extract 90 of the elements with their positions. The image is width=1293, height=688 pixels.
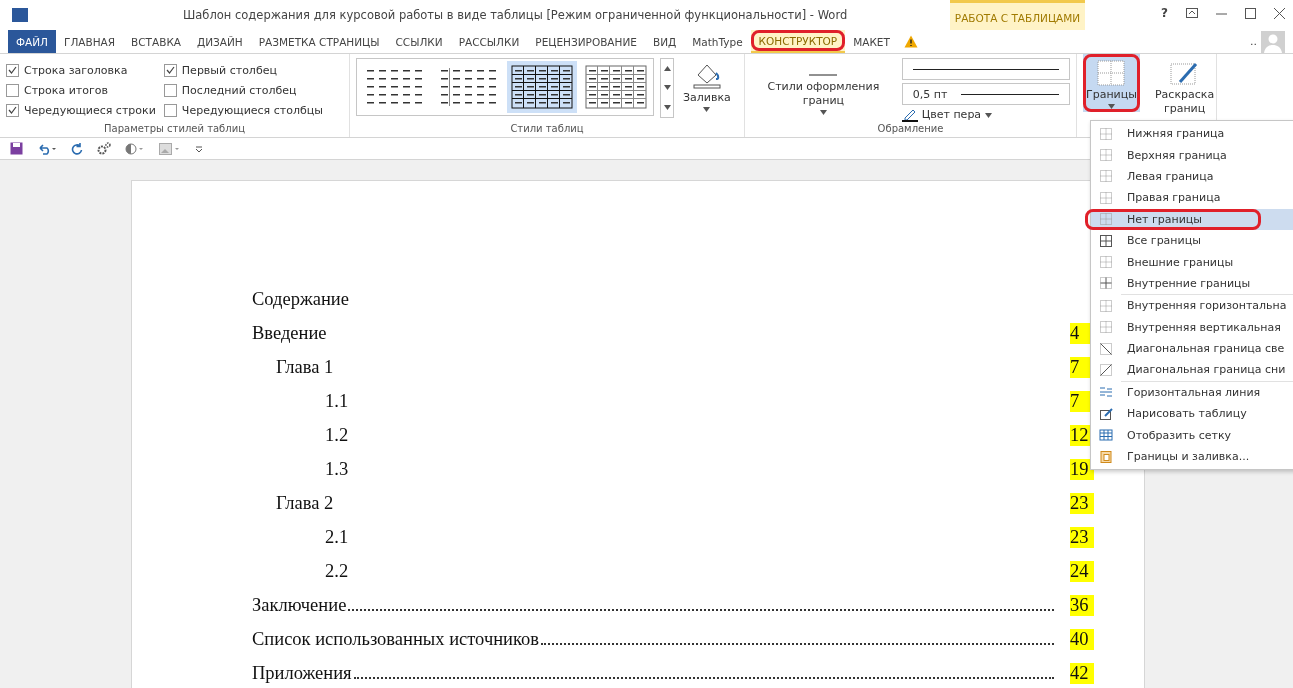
window-title: Шаблон содержания для курсовой работы в виде таблицы [Режим ограниченной функциональности] - Word	[183, 8, 848, 22]
undo-icon[interactable]	[37, 142, 57, 155]
caret-icon	[663, 104, 671, 110]
menu-item[interactable]: Правая граница	[1091, 187, 1293, 209]
page-number: 23	[1070, 492, 1094, 514]
checkbox-label: Последний столбец	[181, 83, 297, 97]
menu-item[interactable]: Горизонтальная линия	[1091, 381, 1293, 404]
checkbox[interactable]	[6, 63, 19, 77]
page-number: 24	[1070, 560, 1094, 582]
save-icon[interactable]	[10, 142, 23, 155]
menu-item[interactable]: Диагональная граница сни	[1091, 359, 1293, 381]
menu-item[interactable]: Внутренняя вертикальная	[1091, 316, 1293, 338]
contents-entry: 1.1	[324, 390, 349, 412]
contents-entry: 2.1	[324, 526, 349, 548]
page-number: 36	[1070, 594, 1094, 616]
contents-entry: Введение	[252, 322, 327, 344]
contents-entry: Список использованных источников	[252, 628, 540, 650]
table-style-icon	[585, 65, 647, 109]
page-number: 19	[1070, 458, 1094, 480]
table-style-thumbnail[interactable]	[507, 61, 577, 113]
checkmark-icon	[8, 106, 17, 114]
caret-icon	[819, 109, 827, 115]
warning-icon[interactable]	[903, 35, 918, 48]
page-number: 42	[1070, 662, 1094, 684]
menu-item[interactable]: Все границы	[1091, 229, 1293, 252]
line-style-select[interactable]	[901, 58, 1070, 80]
maximize-icon[interactable]	[1245, 7, 1256, 19]
checkbox-label: Чередующиеся столбцы	[181, 103, 323, 117]
group-label: Параметры стилей таблиц	[104, 123, 245, 136]
contents-entry: Приложения	[252, 662, 352, 684]
caret-icon	[663, 85, 671, 91]
caret-icon	[703, 106, 711, 112]
checkmark-icon	[8, 66, 17, 74]
borders-icon	[1097, 60, 1126, 86]
contents-entry: Глава 2	[275, 492, 334, 514]
caret-icon	[985, 112, 993, 118]
checkbox-label: Первый столбец	[181, 63, 277, 77]
contrast-icon[interactable]	[125, 142, 145, 155]
menu-item[interactable]: Диагональная граница све	[1091, 337, 1293, 360]
shading-button[interactable]: Заливка	[680, 58, 734, 115]
menu-item[interactable]: Левая граница	[1091, 165, 1293, 188]
menu-item[interactable]: Нарисовать таблицу	[1091, 403, 1293, 425]
ribbon-tab[interactable]: ФАЙЛ	[8, 30, 56, 53]
close-icon[interactable]	[1274, 7, 1285, 19]
menu-item[interactable]: Внутренняя горизонтальна	[1091, 295, 1293, 317]
contents-entry: Глава 1	[275, 356, 334, 378]
context-tab-group: РАБОТА С ТАБЛИЦАМИ	[950, 0, 1085, 32]
menu-item[interactable]: Верхняя граница	[1091, 144, 1293, 166]
border-styles-button[interactable]: Стили оформления границ	[751, 58, 896, 118]
checkbox[interactable]	[163, 103, 177, 117]
pen-color-button[interactable]: Цвет пера	[901, 108, 1070, 122]
page-number: 40	[1070, 628, 1094, 650]
menu-item[interactable]: Отобразить сетку	[1091, 424, 1293, 446]
menu-item[interactable]: Внутренние границы	[1091, 272, 1293, 295]
contents-entry: 1.2	[324, 424, 349, 446]
table-style-icon	[511, 65, 573, 109]
menu-item[interactable]: Границы и заливка...	[1091, 445, 1293, 468]
border-painter-button[interactable]: Раскраска границ	[1151, 54, 1218, 119]
checkbox-label: Строка итогов	[24, 83, 108, 97]
contents-entry: 2.2	[324, 560, 349, 582]
line-icon	[809, 72, 838, 78]
checkbox[interactable]	[163, 83, 177, 97]
group-label: Стили таблиц	[510, 123, 584, 136]
caret-icon	[1107, 103, 1115, 109]
menu-item[interactable]: Нижняя граница	[1091, 123, 1293, 145]
checkbox-label: Чередующиеся строки	[24, 103, 156, 117]
customize-icon[interactable]	[195, 144, 203, 153]
menu-item[interactable]: Внешние границы	[1091, 251, 1293, 273]
checkbox[interactable]	[6, 103, 19, 117]
contents-entry: 1.3	[324, 458, 349, 480]
gallery-scroller[interactable]	[660, 58, 674, 118]
checkmark-icon	[165, 66, 175, 74]
contents-heading: Содержание	[252, 288, 349, 310]
checkbox[interactable]	[6, 83, 19, 97]
checkbox-label: Строка заголовка	[24, 63, 128, 77]
redo-icon[interactable]	[71, 142, 83, 155]
ribbon-display-icon[interactable]	[1186, 8, 1198, 18]
brush-grid-icon	[1169, 60, 1200, 86]
help-button[interactable]: ?	[1161, 6, 1168, 20]
checkbox[interactable]	[163, 63, 177, 77]
group-label: Обрамление	[877, 123, 944, 136]
caret-icon	[663, 66, 671, 72]
page-number: 23	[1070, 526, 1094, 548]
gears-icon[interactable]	[97, 142, 111, 155]
account-name[interactable]: ..	[1250, 35, 1257, 48]
borders-button[interactable]: Границы	[1083, 54, 1140, 112]
ribbon-tab[interactable]: КОНСТРУКТОР	[750, 30, 846, 53]
line-weight-select[interactable]: 0,5 пт	[901, 83, 1070, 105]
pen-icon	[901, 108, 918, 122]
contents-entry: Заключение	[252, 594, 347, 616]
